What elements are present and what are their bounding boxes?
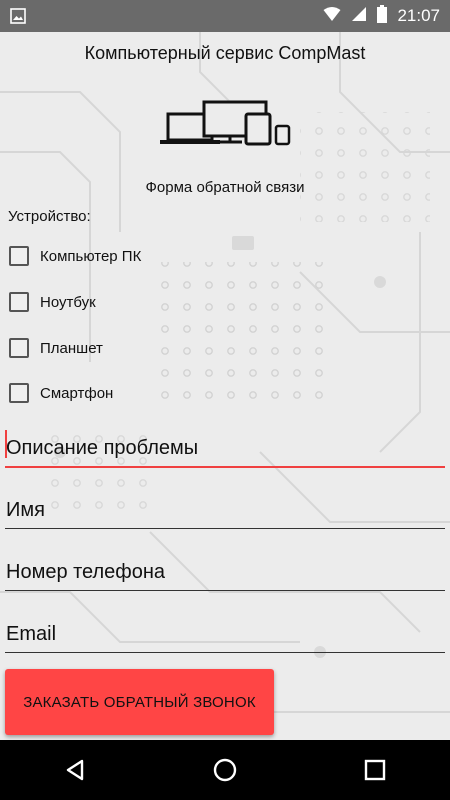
checkbox-label: Планшет <box>40 339 103 357</box>
feedback-screen: Компьютерный сервис CompMast Форма обрат… <box>0 32 450 740</box>
status-bar: 21:07 <box>0 0 450 32</box>
app-title: Компьютерный сервис CompMast <box>84 43 366 63</box>
device-label: Устройство: <box>8 208 91 225</box>
phone-placeholder: Номер телефона <box>6 561 166 583</box>
checkbox-box[interactable] <box>9 292 29 312</box>
checkbox-tablet[interactable]: Планшет <box>9 336 103 360</box>
description-placeholder: Описание проблемы <box>6 437 199 459</box>
home-icon[interactable] <box>195 740 255 800</box>
back-icon[interactable] <box>45 740 105 800</box>
checkbox-laptop[interactable]: Ноутбук <box>9 290 96 314</box>
checkbox-computer[interactable]: Компьютер ПК <box>9 244 141 268</box>
wifi-icon <box>323 6 341 27</box>
image-notification-icon <box>10 8 26 29</box>
phone-field[interactable]: Номер телефона <box>5 547 445 591</box>
checkbox-label: Компьютер ПК <box>40 247 142 265</box>
checkbox-box[interactable] <box>9 246 29 266</box>
order-callback-button[interactable]: ЗАКАЗАТЬ ОБРАТНЫЙ ЗВОНОК <box>5 669 274 735</box>
devices-icon <box>160 100 292 151</box>
name-field[interactable]: Имя <box>5 485 445 529</box>
description-field[interactable]: Описание проблемы <box>5 424 445 468</box>
form-title: Форма обратной связи <box>145 179 305 196</box>
checkbox-label: Ноутбук <box>40 293 96 311</box>
checkbox-label: Смартфон <box>40 384 114 402</box>
recents-icon[interactable] <box>345 740 405 800</box>
status-time: 21:07 <box>397 6 440 25</box>
name-placeholder: Имя <box>6 499 45 521</box>
checkbox-box[interactable] <box>9 338 29 358</box>
battery-icon <box>377 4 388 28</box>
email-placeholder: Email <box>6 623 57 645</box>
email-field[interactable]: Email <box>5 609 445 653</box>
checkbox-box[interactable] <box>9 383 29 403</box>
checkbox-smartphone[interactable]: Смартфон <box>9 381 113 405</box>
signal-icon <box>351 6 367 27</box>
text-cursor <box>5 430 7 458</box>
navigation-bar <box>0 740 450 800</box>
